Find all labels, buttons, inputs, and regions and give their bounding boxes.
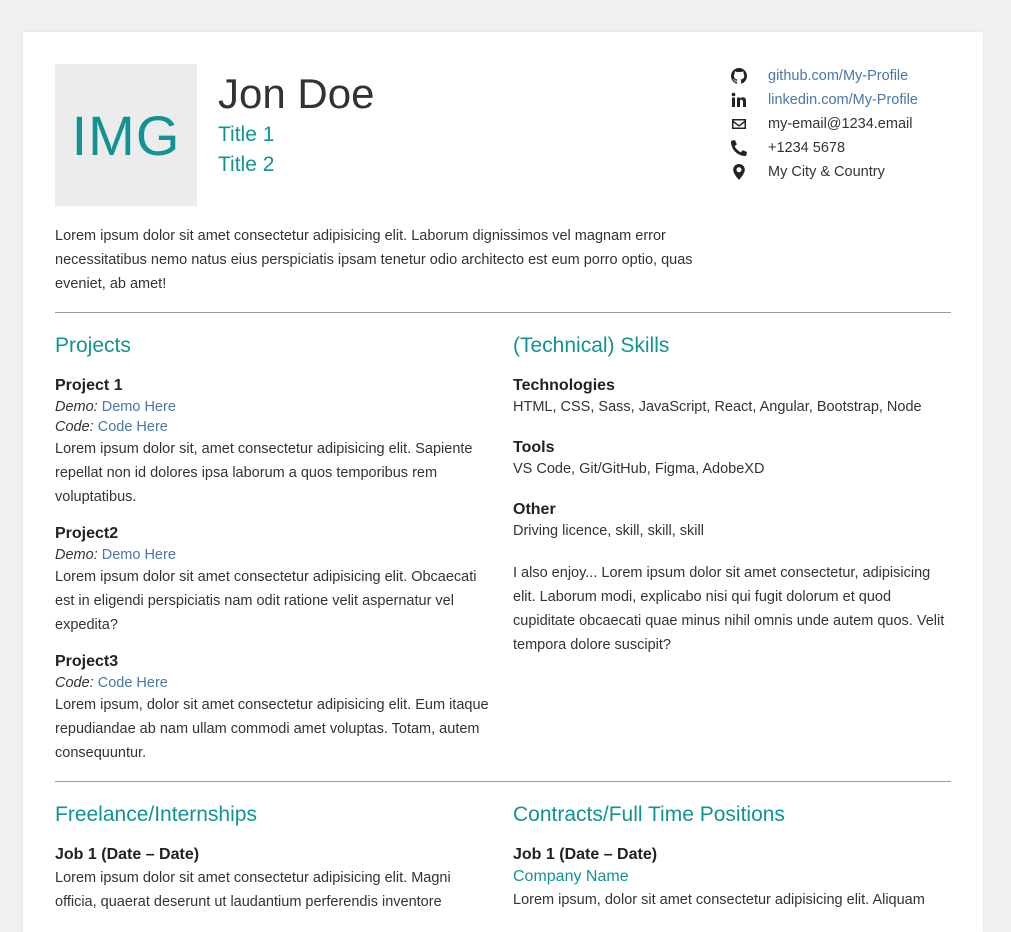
project-item: Project2 Demo: Demo Here Lorem ipsum dol… <box>55 523 495 637</box>
name-block: Jon Doe Title 1 Title 2 <box>218 68 374 180</box>
project-title: Project2 <box>55 525 119 542</box>
project-title: Project 1 <box>55 377 123 394</box>
tools-title: Tools <box>513 439 555 456</box>
technologies-value: HTML, CSS, Sass, JavaScript, React, Angu… <box>513 399 922 415</box>
demo-label: Demo: <box>55 399 98 415</box>
project-description: Lorem ipsum, dolor sit amet consectetur … <box>55 697 489 761</box>
contracts-heading: Contracts/Full Time Positions <box>513 803 785 826</box>
code-link[interactable]: Code Here <box>98 419 168 435</box>
technologies-title: Technologies <box>513 377 615 394</box>
project-code: Code: Code Here <box>55 673 495 693</box>
freelance-heading: Freelance/Internships <box>55 803 257 826</box>
contact-email: my-email@1234.email <box>731 112 918 136</box>
linkedin-icon <box>731 92 768 108</box>
project-demo: Demo: Demo Here <box>55 397 495 417</box>
job-title: Job 1 (Date – Date) <box>55 846 200 863</box>
phone-text: +1234 5678 <box>768 140 846 156</box>
code-label: Code: <box>55 419 94 435</box>
contact-list: github.com/My-Profile linkedin.com/My-Pr… <box>731 64 918 184</box>
resume-header: IMG Jon Doe Title 1 Title 2 github.com/M… <box>55 64 951 206</box>
phone-icon <box>731 140 768 156</box>
demo-link[interactable]: Demo Here <box>102 399 176 415</box>
freelance-section: Freelance/Internships Job 1 (Date – Date… <box>55 782 495 914</box>
intro-paragraph: Lorem ipsum dolor sit amet consectetur a… <box>55 228 693 292</box>
other-title: Other <box>513 501 556 518</box>
person-name: Jon Doe <box>218 70 375 117</box>
contact-location: My City & Country <box>731 160 918 184</box>
row-projects-skills: Projects Project 1 Demo: Demo Here Code:… <box>55 313 951 779</box>
location-text: My City & Country <box>768 164 885 180</box>
project-description: Lorem ipsum dolor sit amet consectetur a… <box>55 569 477 633</box>
project-title: Project3 <box>55 653 119 670</box>
contracts-section: Contracts/Full Time Positions Job 1 (Dat… <box>513 782 951 914</box>
project-demo: Demo: Demo Here <box>55 545 495 565</box>
job-title-2: Title 2 <box>218 153 275 176</box>
projects-section: Projects Project 1 Demo: Demo Here Code:… <box>55 313 495 779</box>
demo-label: Demo: <box>55 547 98 563</box>
job-description: Lorem ipsum, dolor sit amet consectetur … <box>513 892 925 908</box>
resume-page: IMG Jon Doe Title 1 Title 2 github.com/M… <box>23 32 983 932</box>
contact-phone: +1234 5678 <box>731 136 918 160</box>
project-description: Lorem ipsum dolor sit, amet consectetur … <box>55 441 473 505</box>
avatar-placeholder: IMG <box>55 64 197 206</box>
github-icon <box>731 68 768 84</box>
other-value: Driving licence, skill, skill, skill <box>513 523 704 539</box>
email-text: my-email@1234.email <box>768 116 913 132</box>
project-item: Project3 Code: Code Here Lorem ipsum, do… <box>55 651 495 765</box>
skills-heading: (Technical) Skills <box>513 334 670 357</box>
interests-paragraph: I also enjoy... Lorem ipsum dolor sit am… <box>513 565 945 653</box>
linkedin-link[interactable]: linkedin.com/My-Profile <box>768 92 918 108</box>
row-experience: Freelance/Internships Job 1 (Date – Date… <box>55 782 951 914</box>
map-marker-icon <box>731 164 768 180</box>
contact-linkedin: linkedin.com/My-Profile <box>731 88 918 112</box>
envelope-icon <box>731 116 768 132</box>
demo-link[interactable]: Demo Here <box>102 547 176 563</box>
contact-github: github.com/My-Profile <box>731 64 918 88</box>
job-title: Job 1 (Date – Date) <box>513 846 658 863</box>
job-description: Lorem ipsum dolor sit amet consectetur a… <box>55 870 451 910</box>
skills-section: (Technical) Skills Technologies HTML, CS… <box>513 313 951 779</box>
projects-heading: Projects <box>55 334 131 357</box>
project-code: Code: Code Here <box>55 417 495 437</box>
tools-value: VS Code, Git/GitHub, Figma, AdobeXD <box>513 461 765 477</box>
company-name: Company Name <box>513 868 629 885</box>
github-link[interactable]: github.com/My-Profile <box>768 68 908 84</box>
resume-content: IMG Jon Doe Title 1 Title 2 github.com/M… <box>55 64 951 914</box>
project-item: Project 1 Demo: Demo Here Code: Code Her… <box>55 375 495 509</box>
code-label: Code: <box>55 675 94 691</box>
job-title-1: Title 1 <box>218 123 275 146</box>
code-link[interactable]: Code Here <box>98 675 168 691</box>
